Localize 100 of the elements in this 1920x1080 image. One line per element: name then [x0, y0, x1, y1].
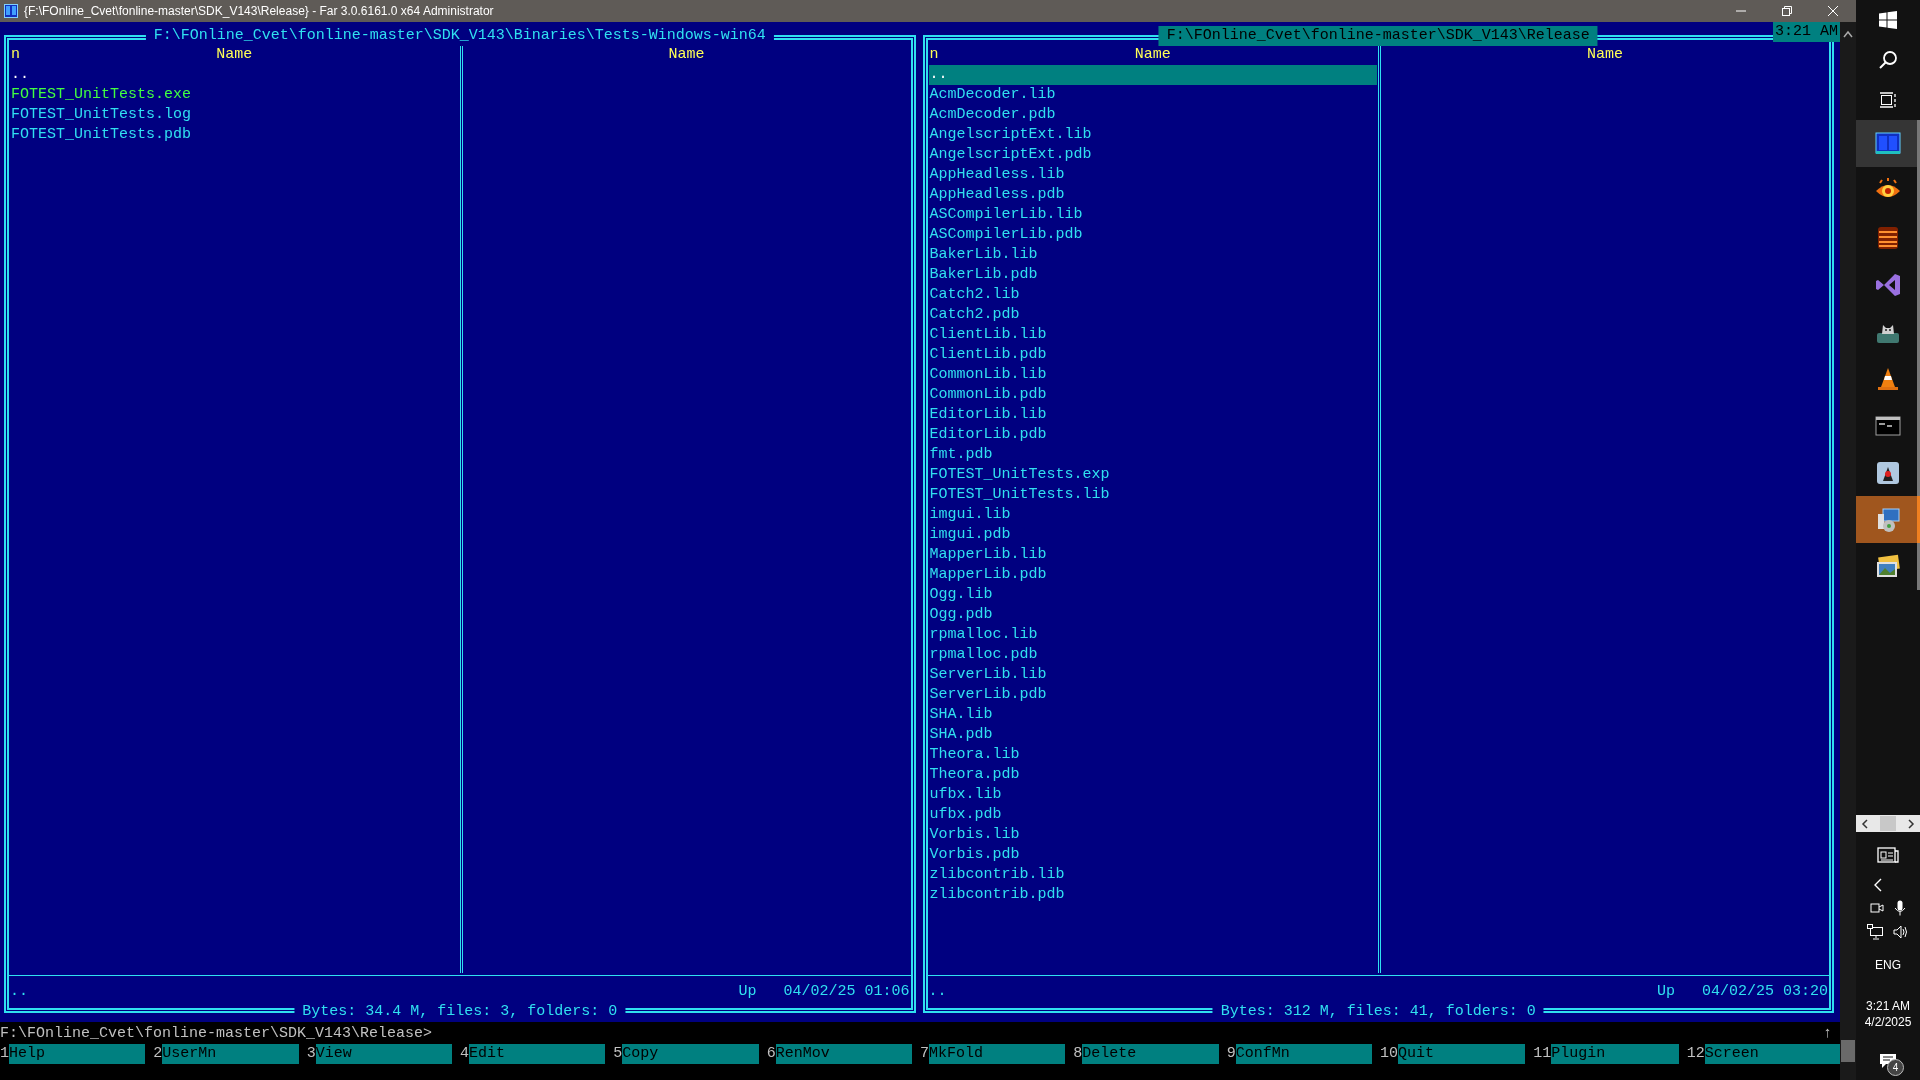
key-number: 5 [613, 1044, 623, 1064]
file-item[interactable]: FOTEST_UnitTests.lib [928, 485, 1378, 505]
status-label: Up [1656, 982, 1675, 1002]
window-title: {F:\FOnline_Cvet\fonline-master\SDK_V143\Release} - Far 3.0.6161.0 x64 Administrator [24, 4, 495, 18]
clock: 3:21 AM [1773, 22, 1840, 42]
restore-icon[interactable] [1782, 6, 1792, 16]
file-item[interactable]: AcmDecoder.pdb [928, 105, 1378, 125]
key-number: 1 [0, 1044, 9, 1064]
column-header[interactable]: Name [668, 45, 705, 65]
scrollbar[interactable] [1840, 22, 1856, 1080]
file-item[interactable]: Theora.lib [928, 745, 1378, 765]
function-key-button[interactable]: UserMn [162, 1044, 299, 1064]
file-item[interactable]: zlibcontrib.pdb [928, 885, 1378, 905]
file-item[interactable]: FOTEST_UnitTests.exp [928, 465, 1378, 485]
column-header[interactable]: Name [216, 45, 253, 65]
file-item[interactable]: AppHeadless.lib [928, 165, 1378, 185]
news-icon[interactable] [1877, 846, 1899, 864]
function-key-button[interactable]: Copy [622, 1044, 759, 1064]
file-item[interactable]: SHA.pdb [928, 725, 1378, 745]
file-item[interactable]: AppHeadless.pdb [928, 185, 1378, 205]
close-icon[interactable] [1828, 6, 1838, 16]
file-item[interactable]: BakerLib.lib [928, 245, 1378, 265]
file-item[interactable]: Catch2.lib [928, 285, 1378, 305]
status-label: Up [738, 982, 757, 1002]
taskbar-date[interactable]: 4/2/2025 [1864, 1014, 1912, 1030]
file-item[interactable]: ServerLib.pdb [928, 685, 1378, 705]
status-date: 04/02/25 03:20 [1701, 982, 1828, 1002]
command-prompt[interactable]: F:\FOnline_Cvet\fonline-master\SDK_V143\Release> [0, 1024, 1823, 1044]
file-item[interactable]: AcmDecoder.lib [928, 85, 1378, 105]
file-item[interactable]: Vorbis.lib [928, 825, 1378, 845]
scroll-indicator: ↑ [1823, 1024, 1832, 1044]
file-item[interactable]: Ogg.lib [928, 585, 1378, 605]
file-item[interactable]: rpmalloc.pdb [928, 645, 1378, 665]
file-item[interactable]: FOTEST_UnitTests.pdb [10, 125, 459, 145]
key-number: 2 [153, 1044, 163, 1064]
scroll-up-icon[interactable] [1843, 30, 1853, 38]
function-key-button[interactable]: MkFold [929, 1044, 1066, 1064]
microphone-icon[interactable] [1894, 900, 1906, 916]
file-item[interactable]: MapperLib.pdb [928, 565, 1378, 585]
network-icon[interactable] [1867, 924, 1883, 940]
file-item[interactable]: imgui.pdb [928, 525, 1378, 545]
function-key-button[interactable]: RenMov [775, 1044, 912, 1064]
file-item[interactable]: fmt.pdb [928, 445, 1378, 465]
file-item[interactable]: .. [928, 65, 1378, 85]
camera-icon[interactable] [1870, 900, 1884, 916]
key-number: 9 [1226, 1044, 1236, 1064]
taskbar-time[interactable]: 3:21 AM [1866, 998, 1910, 1014]
scroll-right-icon[interactable] [1906, 818, 1916, 829]
file-item[interactable]: ClientLib.lib [928, 325, 1378, 345]
notification-badge: 4 [1887, 1059, 1904, 1076]
scroll-left-icon[interactable] [1860, 818, 1870, 829]
column-header[interactable]: Name [1134, 45, 1171, 65]
file-item[interactable]: ufbx.lib [928, 785, 1378, 805]
speaker-icon[interactable] [1893, 924, 1909, 940]
file-item[interactable]: CommonLib.lib [928, 365, 1378, 385]
file-item[interactable]: EditorLib.lib [928, 405, 1378, 425]
chevron-left-icon[interactable] [1873, 878, 1883, 892]
file-item[interactable]: SHA.lib [928, 705, 1378, 725]
file-item[interactable]: BakerLib.pdb [928, 265, 1378, 285]
file-item[interactable]: ufbx.pdb [928, 805, 1378, 825]
file-item[interactable]: zlibcontrib.lib [928, 865, 1378, 885]
key-number: 12 [1686, 1044, 1705, 1064]
file-item[interactable]: Theora.pdb [928, 765, 1378, 785]
function-key-button[interactable]: Delete [1082, 1044, 1219, 1064]
function-key-button[interactable]: Screen [1704, 1044, 1840, 1064]
key-number: 3 [306, 1044, 316, 1064]
file-item[interactable]: ServerLib.lib [928, 665, 1378, 685]
file-item[interactable]: .. [10, 65, 459, 85]
file-item[interactable]: FOTEST_UnitTests.log [10, 105, 459, 125]
scroll-thumb[interactable] [1841, 1040, 1855, 1062]
function-key-button[interactable]: Plugin [1551, 1044, 1679, 1064]
function-key-button[interactable]: ConfMn [1235, 1044, 1372, 1064]
file-item[interactable]: rpmalloc.lib [928, 625, 1378, 645]
panel-path: F:\FOnline_Cvet\fonline-master\SDK_V143\Release [1158, 26, 1598, 46]
file-item[interactable]: MapperLib.lib [928, 545, 1378, 565]
function-key-button[interactable]: Help [9, 1044, 146, 1064]
language-indicator[interactable]: ENG [1875, 958, 1901, 972]
file-item[interactable]: CommonLib.pdb [928, 385, 1378, 405]
key-number: 4 [460, 1044, 469, 1064]
function-key-button[interactable]: Quit [1398, 1044, 1526, 1064]
file-item[interactable]: EditorLib.pdb [928, 425, 1378, 445]
file-item[interactable]: imgui.lib [928, 505, 1378, 525]
file-item[interactable]: Vorbis.pdb [928, 845, 1378, 865]
file-item[interactable]: ASCompilerLib.pdb [928, 225, 1378, 245]
file-item[interactable]: Ogg.pdb [928, 605, 1378, 625]
status-date: 04/02/25 01:06 [783, 982, 910, 1002]
file-item[interactable]: AngelscriptExt.pdb [928, 145, 1378, 165]
key-number: 6 [766, 1044, 776, 1064]
key-number: 11 [1533, 1044, 1552, 1064]
file-item[interactable]: AngelscriptExt.lib [928, 125, 1378, 145]
file-item[interactable]: Catch2.pdb [928, 305, 1378, 325]
key-number: 7 [920, 1044, 929, 1064]
function-key-button[interactable]: View [315, 1044, 452, 1064]
function-key-button[interactable]: Edit [469, 1044, 606, 1064]
sort-indicator: n [929, 45, 939, 65]
file-item[interactable]: FOTEST_UnitTests.exe [10, 85, 459, 105]
key-number: 8 [1073, 1044, 1083, 1064]
column-header[interactable]: Name [1587, 45, 1624, 65]
file-item[interactable]: ASCompilerLib.lib [928, 205, 1378, 225]
file-item[interactable]: ClientLib.pdb [928, 345, 1378, 365]
